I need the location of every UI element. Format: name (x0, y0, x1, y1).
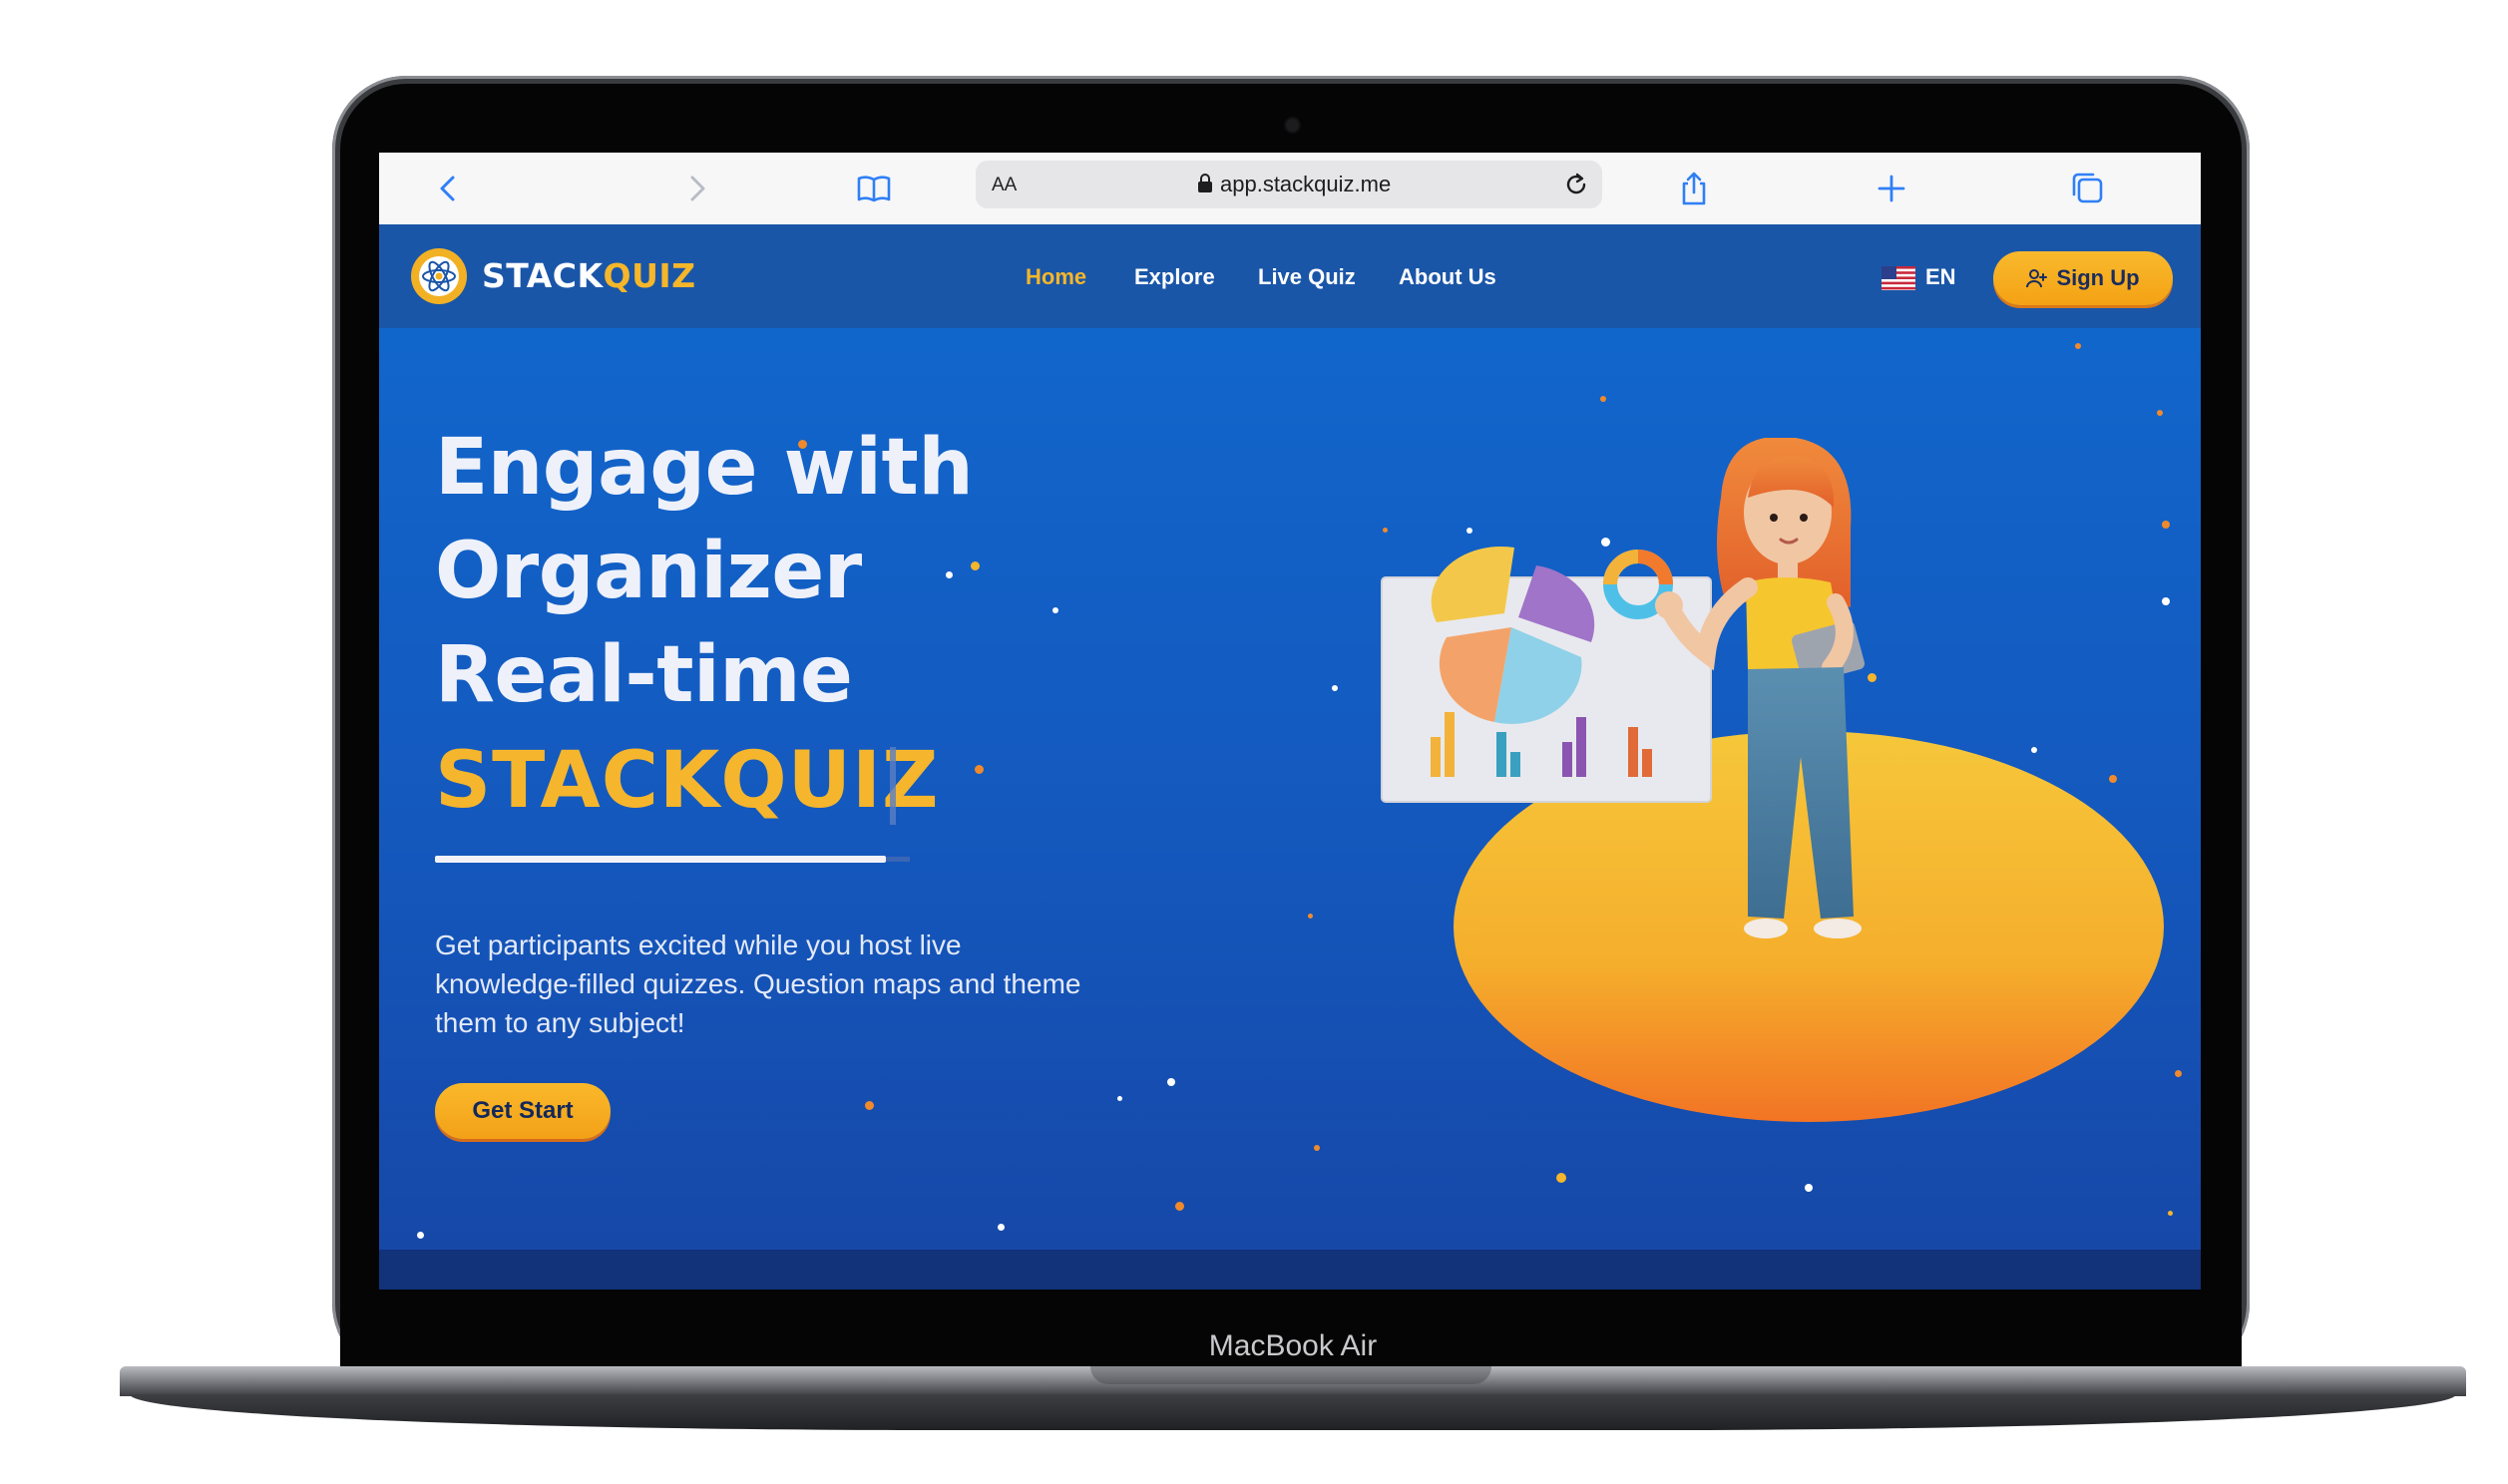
site-navbar: STACKQUIZ Home Explore Live Quiz About U… (379, 224, 2201, 328)
star-dot (865, 1101, 874, 1110)
star-dot (1308, 914, 1313, 919)
hero-line-3: Real-time (435, 630, 853, 720)
hero-line-1: Engage with (435, 423, 974, 513)
browser-toolbar: AA app.stackquiz.me (379, 153, 2201, 225)
star-dot (1052, 607, 1058, 613)
share-icon[interactable] (1676, 171, 1712, 206)
nav-live-quiz[interactable]: Live Quiz (1258, 264, 1356, 290)
address-bar[interactable]: AA app.stackquiz.me (976, 161, 1602, 208)
laptop-hinge-notch (1090, 1366, 1491, 1384)
language-selector[interactable]: EN (1925, 264, 1956, 290)
star-dot (1556, 1173, 1566, 1183)
new-tab-icon[interactable] (1874, 171, 1909, 206)
camera-icon (1286, 119, 1299, 132)
star-dot (1805, 1184, 1813, 1192)
nav-explore[interactable]: Explore (1134, 264, 1215, 290)
star-dot (1175, 1202, 1184, 1211)
bookmarks-icon[interactable] (856, 171, 892, 206)
back-icon[interactable] (431, 171, 467, 206)
hero-underline-tail (886, 857, 910, 862)
nav-about-us[interactable]: About Us (1399, 264, 1496, 290)
star-dot (417, 1232, 424, 1239)
star-dot (998, 1224, 1005, 1231)
screen: AA app.stackquiz.me STACKQUIZ Home Explo… (379, 153, 2201, 1290)
star-dot (1314, 1145, 1320, 1151)
sign-up-button[interactable]: Sign Up (1993, 251, 2173, 305)
sign-up-label: Sign Up (2056, 265, 2140, 290)
star-dot (1117, 1096, 1122, 1101)
us-flag-icon (1881, 266, 1915, 290)
reader-aa[interactable]: AA (992, 175, 1017, 196)
hero-line-2: Organizer (435, 527, 862, 616)
tabs-icon[interactable] (2069, 171, 2105, 206)
star-dot (1600, 396, 1606, 402)
laptop-base-lower (130, 1394, 2456, 1430)
star-dot (1332, 685, 1338, 691)
star-dot (2168, 1211, 2173, 1216)
hero-underline (435, 856, 886, 863)
star-dot (2157, 410, 2163, 416)
hero-description: Get participants excited while you host … (435, 929, 1081, 1038)
star-dot (975, 765, 984, 774)
next-section-strip (379, 1250, 2201, 1290)
star-dot (2075, 343, 2081, 349)
brand-logo-text[interactable]: STACKQUIZ (482, 256, 696, 295)
hero-illustration (1381, 438, 2164, 1122)
reload-icon[interactable] (1562, 171, 1590, 198)
atom-logo-icon[interactable] (411, 248, 467, 304)
typing-caret (890, 747, 896, 825)
add-user-icon (2026, 269, 2048, 288)
pie-slice-yellow (1431, 546, 1514, 622)
get-start-button[interactable]: Get Start (435, 1083, 611, 1139)
nav-home[interactable]: Home (1026, 264, 1086, 290)
hero-section: Engage with Organizer Real-time STACKQUI… (379, 328, 2201, 1250)
url-text[interactable]: app.stackquiz.me (1220, 172, 1391, 197)
forward-icon[interactable] (678, 171, 714, 206)
star-dot (1167, 1078, 1175, 1086)
device-label: MacBook Air (1208, 1329, 1378, 1362)
lock-icon (1198, 174, 1212, 192)
hero-brand: STACKQUIZ (435, 736, 940, 826)
star-dot (946, 571, 953, 578)
star-dot (971, 561, 980, 570)
